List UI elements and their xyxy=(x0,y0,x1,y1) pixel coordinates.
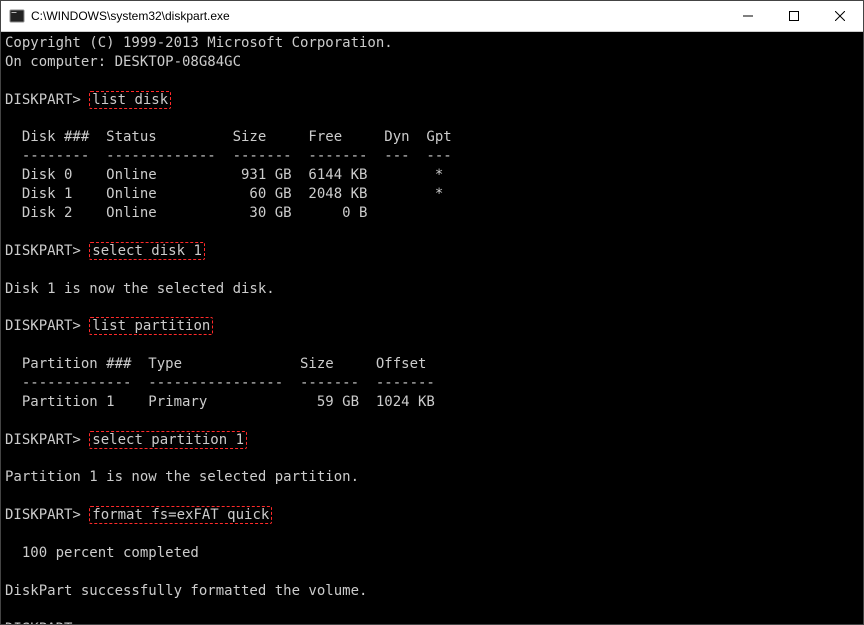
disk-row: Disk 2 Online 30 GB 0 B xyxy=(5,205,367,221)
prompt: DISKPART> xyxy=(5,507,81,523)
command-list-partition: list partition xyxy=(89,317,213,335)
msg-partition-selected: Partition 1 is now the selected partitio… xyxy=(5,469,359,485)
prompt: DISKPART> xyxy=(5,92,81,108)
console-area[interactable]: Copyright (C) 1999-2013 Microsoft Corpor… xyxy=(1,32,863,624)
prompt: DISKPART> xyxy=(5,621,81,624)
prompt: DISKPART> xyxy=(5,318,81,334)
command-format: format fs=exFAT quick xyxy=(89,506,272,524)
window-controls xyxy=(725,1,863,31)
close-button[interactable] xyxy=(817,1,863,31)
msg-progress: 100 percent completed xyxy=(5,545,199,561)
disk-row: Disk 1 Online 60 GB 2048 KB * xyxy=(5,186,443,202)
app-icon xyxy=(9,8,25,24)
command-select-disk: select disk 1 xyxy=(89,242,205,260)
window-title: C:\WINDOWS\system32\diskpart.exe xyxy=(31,9,725,23)
prompt: DISKPART> xyxy=(5,243,81,259)
console-window: C:\WINDOWS\system32\diskpart.exe Copyrig… xyxy=(0,0,864,625)
command-list-disk: list disk xyxy=(89,91,171,109)
prompt: DISKPART> xyxy=(5,432,81,448)
disk-header: Disk ### Status Size Free Dyn Gpt xyxy=(5,129,452,145)
copyright-line: Copyright (C) 1999-2013 Microsoft Corpor… xyxy=(5,35,393,51)
disk-divider: -------- ------------- ------- ------- -… xyxy=(5,148,452,164)
command-select-partition: select partition 1 xyxy=(89,431,247,449)
partition-divider: ------------- ---------------- ------- -… xyxy=(5,375,435,391)
partition-header: Partition ### Type Size Offset xyxy=(5,356,426,372)
msg-disk-selected: Disk 1 is now the selected disk. xyxy=(5,281,275,297)
titlebar[interactable]: C:\WINDOWS\system32\diskpart.exe xyxy=(1,1,863,32)
partition-row: Partition 1 Primary 59 GB 1024 KB xyxy=(5,394,435,410)
minimize-button[interactable] xyxy=(725,1,771,31)
disk-row: Disk 0 Online 931 GB 6144 KB * xyxy=(5,167,443,183)
computer-line: On computer: DESKTOP-08G84GC xyxy=(5,54,241,70)
maximize-button[interactable] xyxy=(771,1,817,31)
msg-success: DiskPart successfully formatted the volu… xyxy=(5,583,367,599)
